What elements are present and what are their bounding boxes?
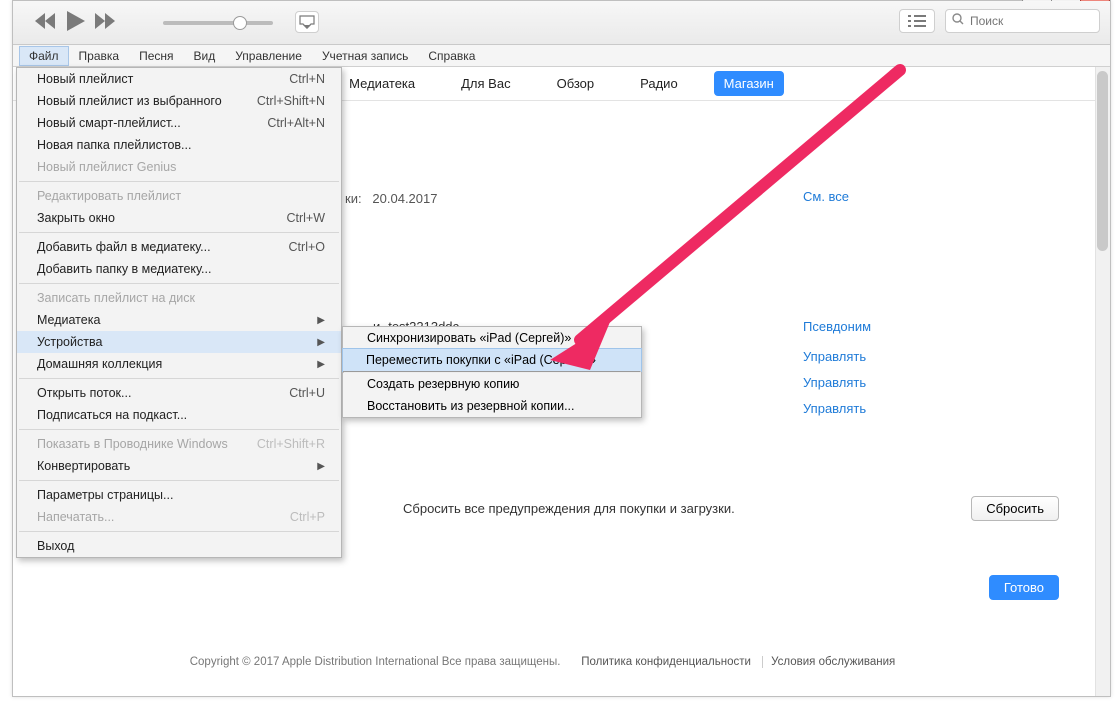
tab-медиатека[interactable]: Медиатека — [339, 71, 425, 96]
menu-item[interactable]: Домашняя коллекция▶ — [17, 353, 341, 375]
done-button[interactable]: Готово — [989, 575, 1059, 600]
reset-warnings-text: Сбросить все предупреждения для покупки … — [403, 501, 735, 516]
menubar-item-вид[interactable]: Вид — [184, 46, 226, 66]
menu-item[interactable]: Добавить файл в медиатеку...Ctrl+O — [17, 236, 341, 258]
menubar-item-управление[interactable]: Управление — [225, 46, 312, 66]
menu-item: Записать плейлист на диск — [17, 287, 341, 309]
menu-item[interactable]: Медиатека▶ — [17, 309, 341, 331]
submenu-arrow-icon: ▶ — [317, 461, 325, 472]
menubar-item-файл[interactable]: Файл — [19, 46, 69, 66]
reset-button[interactable]: Сбросить — [971, 496, 1059, 521]
vertical-scrollbar[interactable] — [1095, 67, 1110, 696]
play-button[interactable] — [67, 11, 85, 31]
menu-item[interactable]: Добавить папку в медиатеку... — [17, 258, 341, 280]
toolbar — [13, 1, 1110, 45]
airplay-button[interactable] — [295, 11, 319, 33]
see-all-link[interactable]: См. все — [803, 189, 849, 204]
menu-item: Новый плейлист Genius — [17, 156, 341, 178]
next-track-button[interactable] — [95, 13, 117, 29]
scrollbar-thumb[interactable] — [1097, 71, 1108, 251]
playback-controls — [35, 11, 117, 31]
submenu-arrow-icon: ▶ — [317, 359, 325, 370]
menu-item[interactable]: Новая папка плейлистов... — [17, 134, 341, 156]
manage-link-3[interactable]: Управлять — [803, 401, 866, 416]
search-field[interactable] — [945, 9, 1100, 33]
menubar-item-учетная запись[interactable]: Учетная запись — [312, 46, 418, 66]
volume-thumb[interactable] — [233, 16, 247, 30]
devices-submenu-popup: Синхронизировать «iPad (Сергей)»Перемест… — [342, 326, 642, 418]
menu-item[interactable]: Открыть поток...Ctrl+U — [17, 382, 341, 404]
footer: Copyright © 2017 Apple Distribution Inte… — [13, 656, 1080, 668]
nickname-link[interactable]: Псевдоним — [803, 319, 871, 334]
tab-радио[interactable]: Радио — [630, 71, 688, 96]
date-value: 20.04.2017 — [372, 191, 437, 206]
file-menu-popup: Новый плейлистCtrl+NНовый плейлист из вы… — [16, 67, 342, 558]
menubar: ФайлПравкаПесняВидУправлениеУчетная запи… — [13, 45, 1110, 67]
date-label: ки: — [345, 191, 362, 206]
menu-item[interactable]: Новый смарт-плейлист...Ctrl+Alt+N — [17, 112, 341, 134]
footer-copyright: Copyright © 2017 Apple Distribution Inte… — [190, 656, 561, 668]
search-input[interactable] — [970, 14, 1093, 28]
menubar-item-песня[interactable]: Песня — [129, 46, 183, 66]
tab-обзор[interactable]: Обзор — [547, 71, 605, 96]
submenu-arrow-icon: ▶ — [317, 337, 325, 348]
toolbar-right — [899, 9, 1100, 33]
tab-для вас[interactable]: Для Вас — [451, 71, 520, 96]
menubar-item-справка[interactable]: Справка — [418, 46, 485, 66]
manage-link-2[interactable]: Управлять — [803, 375, 866, 390]
menu-item[interactable]: Подписаться на подкаст... — [17, 404, 341, 426]
reset-warnings-row: Сбросить все предупреждения для покупки … — [403, 496, 1059, 521]
privacy-link[interactable]: Политика конфиденциальности — [573, 656, 759, 668]
menu-item[interactable]: Новый плейлист из выбранногоCtrl+Shift+N — [17, 90, 341, 112]
list-view-button[interactable] — [899, 9, 935, 33]
date-row: ки: 20.04.2017 — [345, 191, 437, 206]
submenu-arrow-icon: ▶ — [317, 315, 325, 326]
menu-item: Редактировать плейлист — [17, 185, 341, 207]
submenu-item[interactable]: Восстановить из резервной копии... — [343, 395, 641, 417]
terms-link[interactable]: Условия обслуживания — [762, 656, 903, 668]
prev-track-button[interactable] — [35, 13, 57, 29]
menu-item[interactable]: Устройства▶ — [17, 331, 341, 353]
search-icon — [952, 12, 964, 30]
menu-item[interactable]: Конвертировать▶ — [17, 455, 341, 477]
menu-item[interactable]: Новый плейлистCtrl+N — [17, 68, 341, 90]
menubar-item-правка[interactable]: Правка — [69, 46, 130, 66]
menu-item[interactable]: Выход — [17, 535, 341, 557]
submenu-item[interactable]: Синхронизировать «iPad (Сергей)» — [343, 327, 641, 349]
submenu-item[interactable]: Создать резервную копию — [343, 373, 641, 395]
volume-slider[interactable] — [163, 21, 273, 25]
manage-link-1[interactable]: Управлять — [803, 349, 866, 364]
menu-item[interactable]: Закрыть окноCtrl+W — [17, 207, 341, 229]
tab-магазин[interactable]: Магазин — [714, 71, 784, 96]
menu-item: Показать в Проводнике WindowsCtrl+Shift+… — [17, 433, 341, 455]
menu-item[interactable]: Параметры страницы... — [17, 484, 341, 506]
submenu-item[interactable]: Переместить покупки с «iPad (Сергей)» — [342, 348, 642, 372]
menu-item: Напечатать...Ctrl+P — [17, 506, 341, 528]
